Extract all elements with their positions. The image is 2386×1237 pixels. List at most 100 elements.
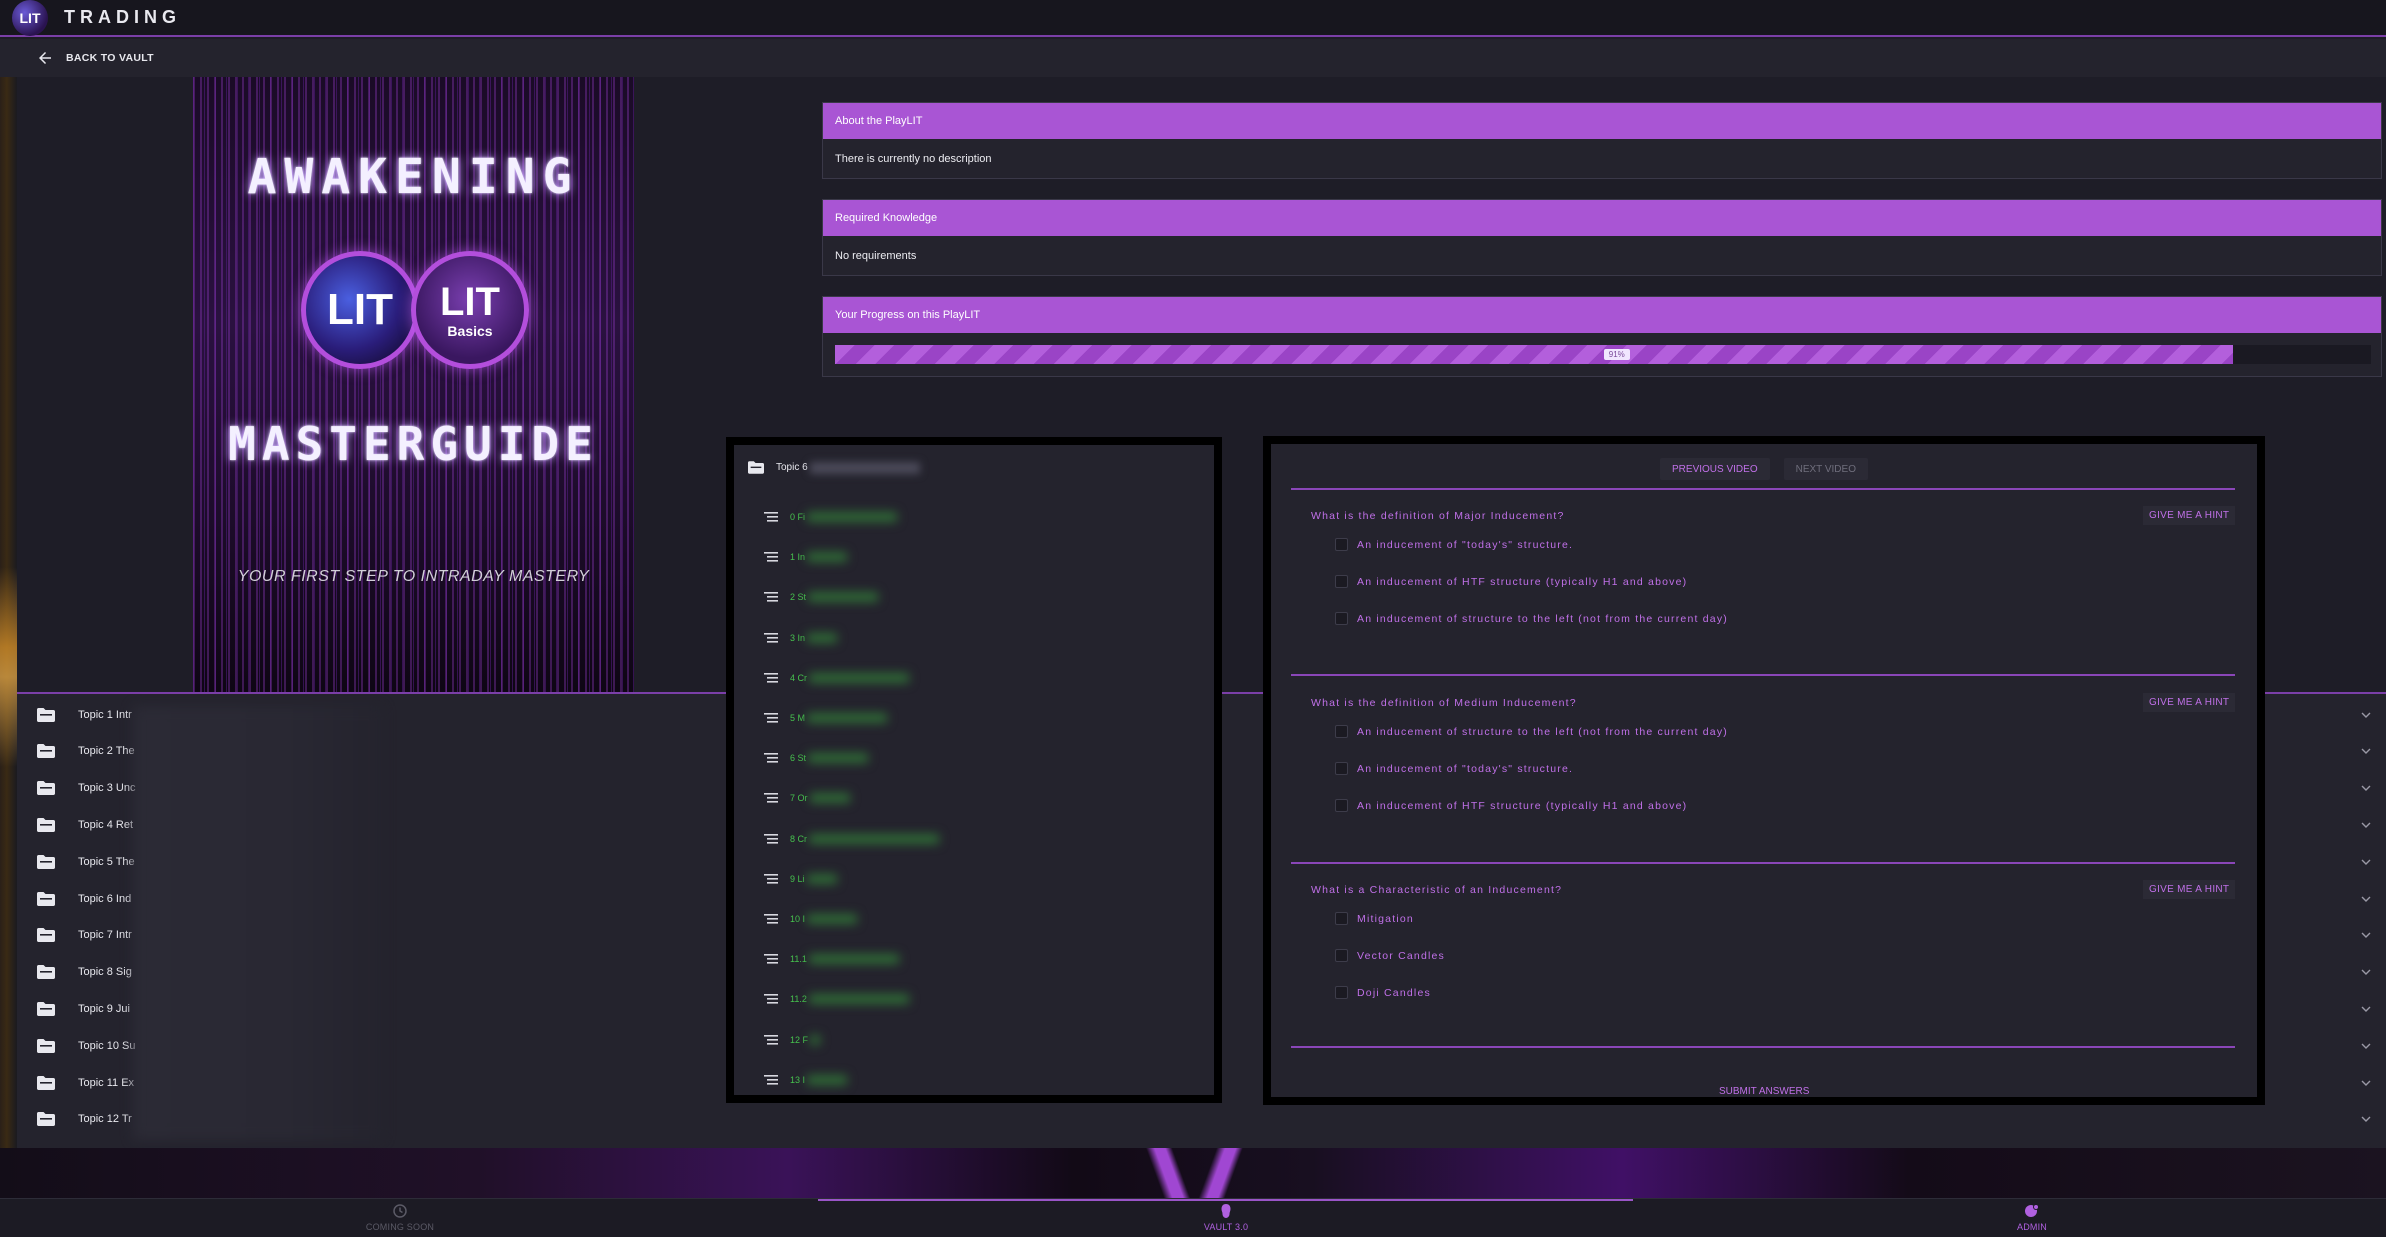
video-list-item[interactable]: 11.1 [764, 949, 899, 969]
redacted-blur [807, 632, 838, 643]
redacted-blur [808, 994, 909, 1005]
submit-answers-button[interactable]: SUBMIT ANSWERS [1719, 1086, 1809, 1097]
back-to-vault-link[interactable]: BACK TO VAULT [36, 49, 154, 67]
list-lines-icon [764, 954, 778, 964]
answer-label: Mitigation [1357, 912, 1414, 925]
list-lines-icon [764, 592, 778, 602]
topic-label: Topic 7 Intr [78, 929, 132, 942]
answer-checkbox[interactable] [1335, 612, 1348, 625]
question-separator [1291, 862, 2235, 864]
clock-icon [393, 1204, 407, 1218]
previous-video-button[interactable]: PREVIOUS VIDEO [1660, 458, 1770, 480]
folder-icon [37, 744, 55, 759]
redacted-blur [807, 512, 898, 522]
answer-option[interactable]: An inducement of "today's" structure. [1335, 538, 1573, 551]
chevron-down-icon [2361, 1043, 2371, 1049]
video-item-label: 6 St [790, 753, 807, 764]
answer-option[interactable]: An inducement of HTF structure (typicall… [1335, 575, 1687, 588]
list-lines-icon [764, 914, 778, 924]
video-list-item[interactable]: 3 In [764, 628, 838, 648]
topic-label: Topic 8 Sig [78, 966, 132, 979]
answer-label: An inducement of "today's" structure. [1357, 538, 1574, 551]
video-list-item[interactable]: 7 Or [764, 788, 850, 808]
answer-checkbox[interactable] [1335, 949, 1348, 962]
redacted-blur [808, 954, 899, 965]
video-list-item[interactable]: 2 St [764, 587, 879, 607]
video-list-item[interactable]: 8 Cr [764, 829, 940, 849]
badge-left-text: LIT [327, 285, 393, 334]
video-list-item[interactable]: 11.2 [764, 989, 909, 1009]
list-lines-icon [764, 753, 778, 763]
video-panel-heading: Topic 6 [776, 462, 808, 473]
list-lines-icon [764, 833, 778, 844]
chevron-down-icon [2361, 1080, 2371, 1086]
brand-logo-text: LIT [19, 9, 41, 26]
video-list-item[interactable]: 12 F [764, 1030, 821, 1050]
list-lines-icon [764, 873, 778, 884]
cover-tagline: YOUR FIRST STEP TO INTRADAY MASTERY [237, 568, 590, 585]
answer-checkbox[interactable] [1335, 912, 1348, 925]
topic-label: Topic 5 The [78, 855, 135, 868]
folder-icon [37, 1112, 55, 1127]
answer-option[interactable]: Vector Candles [1335, 949, 1445, 962]
chevron-down-icon [2361, 1006, 2371, 1012]
list-lines-icon [764, 994, 778, 1004]
answer-option[interactable]: An inducement of structure to the left (… [1335, 612, 1728, 625]
video-list-item[interactable]: 5 M [764, 708, 888, 728]
give-me-a-hint-button[interactable]: GIVE ME A HINT [2143, 880, 2236, 899]
folder-icon [37, 1001, 55, 1016]
progress-bar-fill [835, 345, 2233, 364]
side-decoration [0, 77, 17, 1197]
give-me-a-hint-button[interactable]: GIVE ME A HINT [2143, 506, 2236, 525]
answer-option[interactable]: An inducement of HTF structure (typicall… [1335, 799, 1687, 812]
video-list-item[interactable]: 10 I [764, 909, 858, 929]
list-lines-icon [764, 672, 778, 683]
video-panel-header[interactable]: Topic 6 [748, 461, 920, 474]
bottom-decoration [0, 1148, 2386, 1198]
answer-option[interactable]: An inducement of "today's" structure. [1335, 762, 1573, 775]
answer-option[interactable]: Doji Candles [1335, 986, 1431, 999]
list-lines-icon [764, 793, 778, 803]
folder-icon [37, 817, 55, 832]
folder-icon [37, 965, 55, 980]
about-heading: About the PlayLIT [823, 103, 2381, 139]
top-bar: LIT TRADING [0, 0, 2386, 37]
bottom-nav-label: VAULT 3.0 [1203, 1222, 1249, 1232]
video-list-item[interactable]: 9 Li [764, 869, 837, 889]
answer-label: An inducement of structure to the left (… [1357, 612, 1728, 625]
bottom-nav-admin[interactable]: ADMIN [1992, 1203, 2072, 1232]
requirements-panel: Required Knowledge No requirements [822, 199, 2382, 276]
active-nav-indicator [818, 1199, 1633, 1201]
answer-option[interactable]: An inducement of structure to the left (… [1335, 725, 1728, 738]
topic-label: Topic 9 Jui [78, 1002, 130, 1015]
progress-heading: Your Progress on this PlayLIT [823, 297, 2381, 333]
answer-checkbox[interactable] [1335, 538, 1348, 551]
question-separator [1291, 488, 2235, 490]
answer-checkbox[interactable] [1335, 986, 1348, 999]
answer-label: An inducement of HTF structure (typicall… [1357, 575, 1688, 588]
chevron-down-icon [2361, 712, 2371, 718]
arrow-left-icon [39, 52, 51, 64]
video-list-item[interactable]: 6 St [764, 748, 869, 768]
sub-bar: BACK TO VAULT [0, 39, 2386, 77]
answer-checkbox[interactable] [1335, 575, 1348, 588]
answer-option[interactable]: Mitigation [1335, 912, 1414, 925]
next-video-button[interactable]: NEXT VIDEO [1783, 458, 1868, 480]
folder-icon [37, 707, 55, 722]
video-item-label: 11.1 [790, 954, 807, 965]
question-separator [1291, 1046, 2235, 1048]
question-text: What is the definition of Major Induceme… [1311, 510, 1565, 522]
video-item-label: 3 In [790, 632, 806, 643]
give-me-a-hint-button[interactable]: GIVE ME A HINT [2143, 693, 2236, 712]
bottom-nav-coming-soon[interactable]: COMING SOON [360, 1203, 440, 1232]
bottom-nav-vault-3-0[interactable]: VAULT 3.0 [1186, 1203, 1266, 1232]
video-list-item[interactable]: 1 In [764, 547, 848, 567]
answer-checkbox[interactable] [1335, 799, 1348, 812]
brand-logo[interactable]: LIT [12, 0, 48, 36]
badge-right-subtext: Basics [447, 323, 493, 339]
answer-checkbox[interactable] [1335, 725, 1348, 738]
answer-checkbox[interactable] [1335, 762, 1348, 775]
video-list-item[interactable]: 4 Cr [764, 668, 910, 688]
video-list-item[interactable]: 13 I [764, 1070, 848, 1090]
video-list-item[interactable]: 0 Fi [764, 507, 898, 527]
